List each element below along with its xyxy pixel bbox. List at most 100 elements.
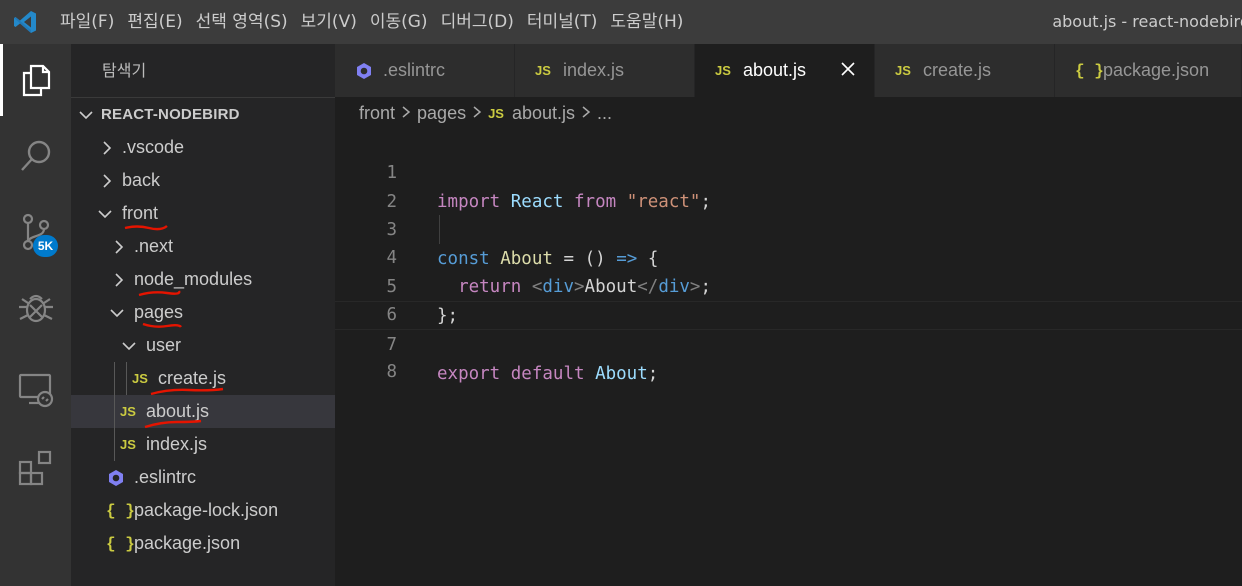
explorer-sidebar: 탐색기 REACT-NODEBIRD .vscode back front .n… (71, 44, 335, 586)
search-icon[interactable] (0, 120, 71, 192)
tree-item-label: package-lock.json (134, 500, 279, 520)
menu-terminal[interactable]: 터미널(T) (521, 0, 604, 44)
source-control-badge: 5K (33, 235, 58, 257)
tree-item-index-js[interactable]: JS index.js (71, 428, 335, 461)
breadcrumb-item-front[interactable]: front (359, 103, 395, 124)
tree-item-about-js[interactable]: JS about.js (71, 395, 335, 428)
code-line: 2 (335, 159, 1242, 212)
debug-icon[interactable] (0, 272, 71, 344)
tab-label: index.js (563, 60, 625, 80)
menu-view[interactable]: 보기(V) (295, 0, 363, 44)
annotation-underline (144, 419, 202, 429)
tree-item-label: node_modules (134, 269, 253, 289)
annotation-underline (150, 387, 224, 396)
tab-index-js[interactable]: JS index.js (515, 44, 695, 97)
annotation-underline (124, 225, 168, 231)
remote-explorer-icon[interactable] (0, 354, 71, 426)
tree-item-package-json[interactable]: { } package.json (71, 527, 335, 560)
js-file-icon: JS (120, 437, 136, 452)
chevron-right-icon (100, 172, 114, 190)
tab-label: .eslintrc (383, 60, 446, 80)
activity-bar: 5K (0, 44, 71, 586)
tree-item-pages[interactable]: pages (71, 296, 335, 329)
tree-item-next[interactable]: .next (71, 230, 335, 263)
menu-bar: 파일(F) 편집(E) 선택 영역(S) 보기(V) 이동(G) 디버그(D) … (54, 0, 690, 44)
js-file-icon: JS (895, 63, 911, 78)
js-file-icon: JS (535, 63, 551, 78)
source-control-icon[interactable]: 5K (0, 196, 71, 268)
tree-item-label: back (122, 170, 161, 190)
chevron-right-icon (112, 271, 126, 289)
menu-file[interactable]: 파일(F) (54, 0, 120, 44)
tab-label: package.json (1103, 60, 1210, 80)
js-file-icon: JS (715, 63, 731, 78)
json-file-icon: { } (106, 534, 135, 553)
line-number: 8 (386, 362, 397, 382)
code-line: 4 return <div>About</div>; (335, 215, 1242, 297)
js-file-icon: JS (132, 371, 148, 386)
tab-about-js[interactable]: JS about.js (695, 44, 875, 97)
tree-item-label: package.json (134, 533, 241, 553)
json-file-icon: { } (1075, 61, 1104, 80)
tab-package-json[interactable]: { } package.json (1055, 44, 1242, 97)
sidebar-title: 탐색기 (102, 61, 147, 80)
eslint-icon (107, 469, 125, 487)
chevron-down-icon (77, 106, 95, 128)
chevron-down-icon (96, 205, 114, 223)
tree-item-package-lock-json[interactable]: { } package-lock.json (71, 494, 335, 527)
code-line: 1 import React from "react"; (335, 130, 1242, 212)
close-icon[interactable] (840, 61, 856, 82)
tree-item-label: index.js (146, 434, 208, 454)
menu-edit[interactable]: 편집(E) (121, 0, 188, 44)
tree-item-back[interactable]: back (71, 164, 335, 197)
explorer-icon[interactable] (0, 44, 71, 116)
title-bar: 파일(F) 편집(E) 선택 영역(S) 보기(V) 이동(G) 디버그(D) … (0, 0, 1242, 44)
tab-create-js[interactable]: JS create.js (875, 44, 1055, 97)
tree-item-eslintrc[interactable]: .eslintrc (71, 461, 335, 494)
breadcrumb-item-pages[interactable]: pages (417, 103, 466, 124)
tree-item-front[interactable]: front (71, 197, 335, 230)
editor-tabs: .eslintrc JS index.js JS about.js JS cre… (335, 44, 1242, 97)
indent-guide (114, 362, 115, 461)
chevron-right-icon (401, 103, 411, 124)
tree-item-node-modules[interactable]: node_modules (71, 263, 335, 296)
chevron-right-icon (100, 139, 114, 157)
code-line-current: 7 export default About; (335, 301, 1242, 384)
menu-go[interactable]: 이동(G) (364, 0, 434, 44)
tab-eslintrc[interactable]: .eslintrc (335, 44, 515, 97)
breadcrumb: front pages JS about.js ... (335, 97, 1242, 130)
annotation-underline (142, 322, 182, 328)
breadcrumb-item-about-js[interactable]: about.js (512, 103, 575, 124)
menu-debug[interactable]: 디버그(D) (435, 0, 520, 44)
js-file-icon: JS (488, 106, 504, 121)
tree-item-user[interactable]: user (71, 329, 335, 362)
chevron-down-icon (120, 337, 138, 355)
tree-item-label: .next (134, 236, 174, 256)
tab-label: about.js (743, 60, 807, 80)
tab-label: create.js (923, 60, 992, 80)
code-line: 5 }; (335, 244, 1242, 326)
workspace-name: REACT-NODEBIRD (101, 105, 240, 123)
window-title: about.js - react-nodebird (1052, 12, 1242, 31)
tree-item-label: user (146, 335, 182, 355)
code-editor[interactable]: 1 import React from "react"; 2 3 const A… (335, 130, 1242, 586)
code-line: 3 const About = () => { (335, 187, 1242, 269)
code-text: export default About; (437, 364, 659, 384)
tree-item-label: .vscode (122, 137, 185, 157)
annotation-underline (138, 290, 181, 297)
breadcrumb-item-symbol[interactable]: ... (597, 103, 612, 124)
workspace-section-header[interactable]: REACT-NODEBIRD (71, 97, 335, 130)
menu-help[interactable]: 도움말(H) (604, 0, 689, 44)
code-line: 6 (335, 272, 1242, 325)
chevron-right-icon (472, 103, 482, 124)
json-file-icon: { } (106, 501, 135, 520)
extensions-icon[interactable] (0, 432, 71, 504)
tree-item-vscode[interactable]: .vscode (71, 131, 335, 164)
menu-selection[interactable]: 선택 영역(S) (190, 0, 294, 44)
eslint-icon (355, 62, 373, 80)
vscode-logo-icon (0, 0, 50, 44)
code-line: 8 (335, 329, 1242, 382)
tree-item-label: pages (134, 302, 184, 322)
chevron-down-icon (108, 304, 126, 322)
js-file-icon: JS (120, 404, 136, 419)
